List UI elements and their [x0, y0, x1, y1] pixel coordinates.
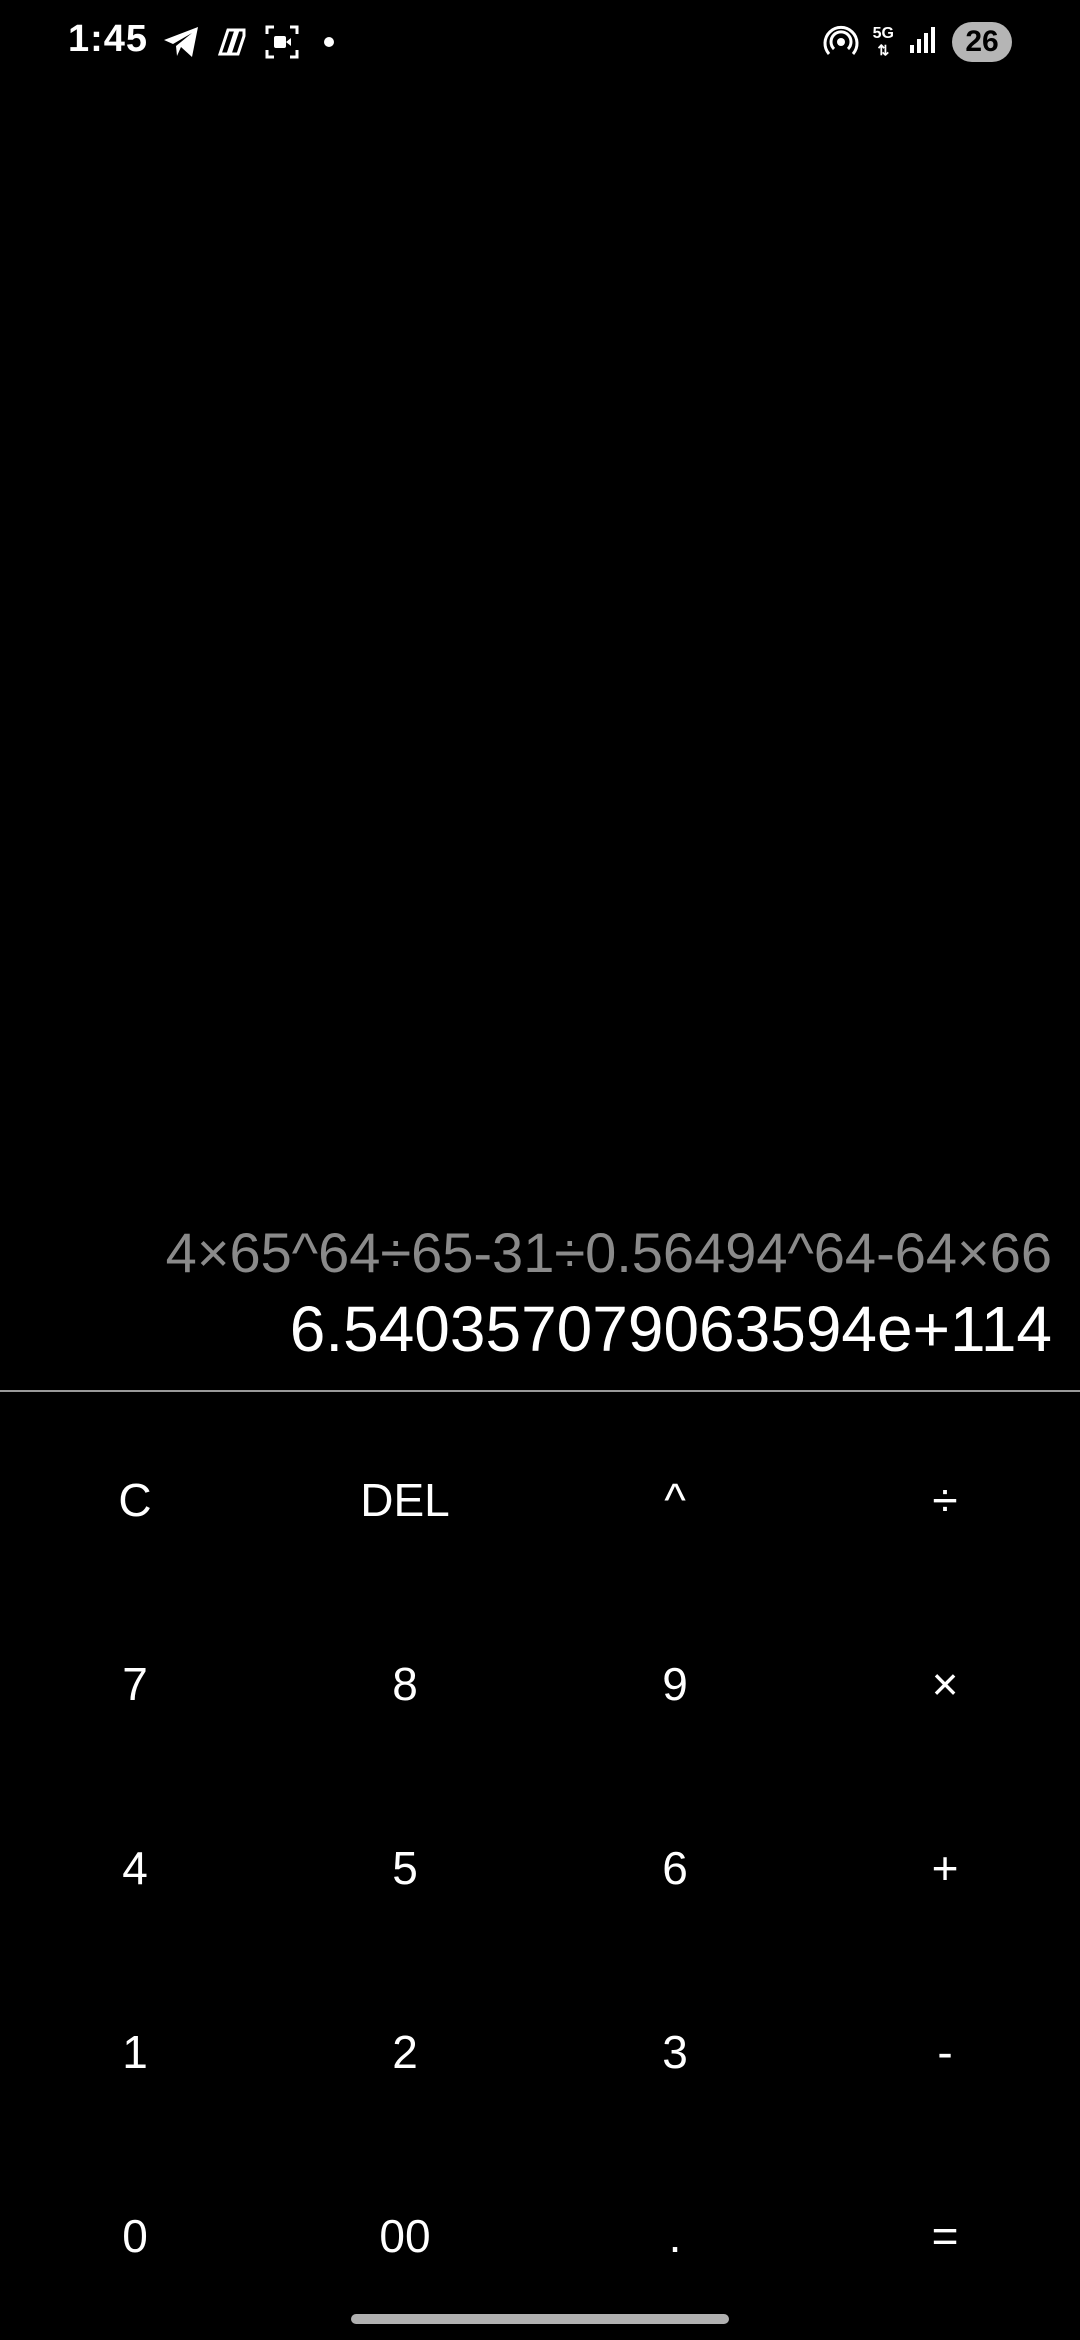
battery-icon: 26 [952, 22, 1012, 62]
hotspot-icon [823, 22, 859, 63]
screen-record-icon [264, 24, 300, 60]
digit-2-button[interactable]: 2 [270, 1960, 540, 2144]
keypad: C DEL ^ ÷ 7 8 9 × 4 5 6 +1 2 3- 0 00. = [0, 1408, 1080, 2328]
double-zero-button[interactable]: 00 [270, 2144, 540, 2328]
status-right-icons: 5G ⇅ 26 [823, 20, 1012, 64]
status-time: 1:45 [68, 18, 149, 60]
power-button[interactable]: ^ [540, 1408, 810, 1592]
telegram-icon [162, 25, 200, 59]
home-indicator[interactable] [351, 2314, 729, 2324]
digit-4-button[interactable]: 4 [0, 1776, 270, 1960]
status-left-icons [162, 20, 334, 64]
expression-text: 4×65^64÷65-31÷0.56494^64-64×66 [165, 1221, 1052, 1284]
notification-dot-icon [324, 37, 334, 47]
digit-1-button[interactable]: 1 [0, 1960, 270, 2144]
delete-button[interactable]: DEL [270, 1408, 540, 1592]
result-text: 6.540357079063594e+114 [289, 1293, 1052, 1365]
equals-button[interactable]: = [810, 2144, 1080, 2328]
digit-8-button[interactable]: 8 [270, 1592, 540, 1776]
decimal-button[interactable]: . [540, 2144, 810, 2328]
status-bar: 1:45 5G ⇅ 26 [0, 0, 1080, 84]
signal-icon [908, 25, 938, 60]
divider [0, 1390, 1080, 1392]
add-button[interactable]: + [810, 1776, 1080, 1960]
digit-3-button[interactable]: 3 [540, 1960, 810, 2144]
multiply-button[interactable]: × [810, 1592, 1080, 1776]
digit-7-button[interactable]: 7 [0, 1592, 270, 1776]
clear-button[interactable]: C [0, 1408, 270, 1592]
copilot-icon [214, 24, 250, 60]
digit-6-button[interactable]: 6 [540, 1776, 810, 1960]
digit-5-button[interactable]: 5 [270, 1776, 540, 1960]
5g-icon: 5G ⇅ [872, 24, 894, 58]
subtract-button[interactable]: - [810, 1960, 1080, 2144]
digit-0-button[interactable]: 0 [0, 2144, 270, 2328]
digit-9-button[interactable]: 9 [540, 1592, 810, 1776]
divide-button[interactable]: ÷ [810, 1408, 1080, 1592]
